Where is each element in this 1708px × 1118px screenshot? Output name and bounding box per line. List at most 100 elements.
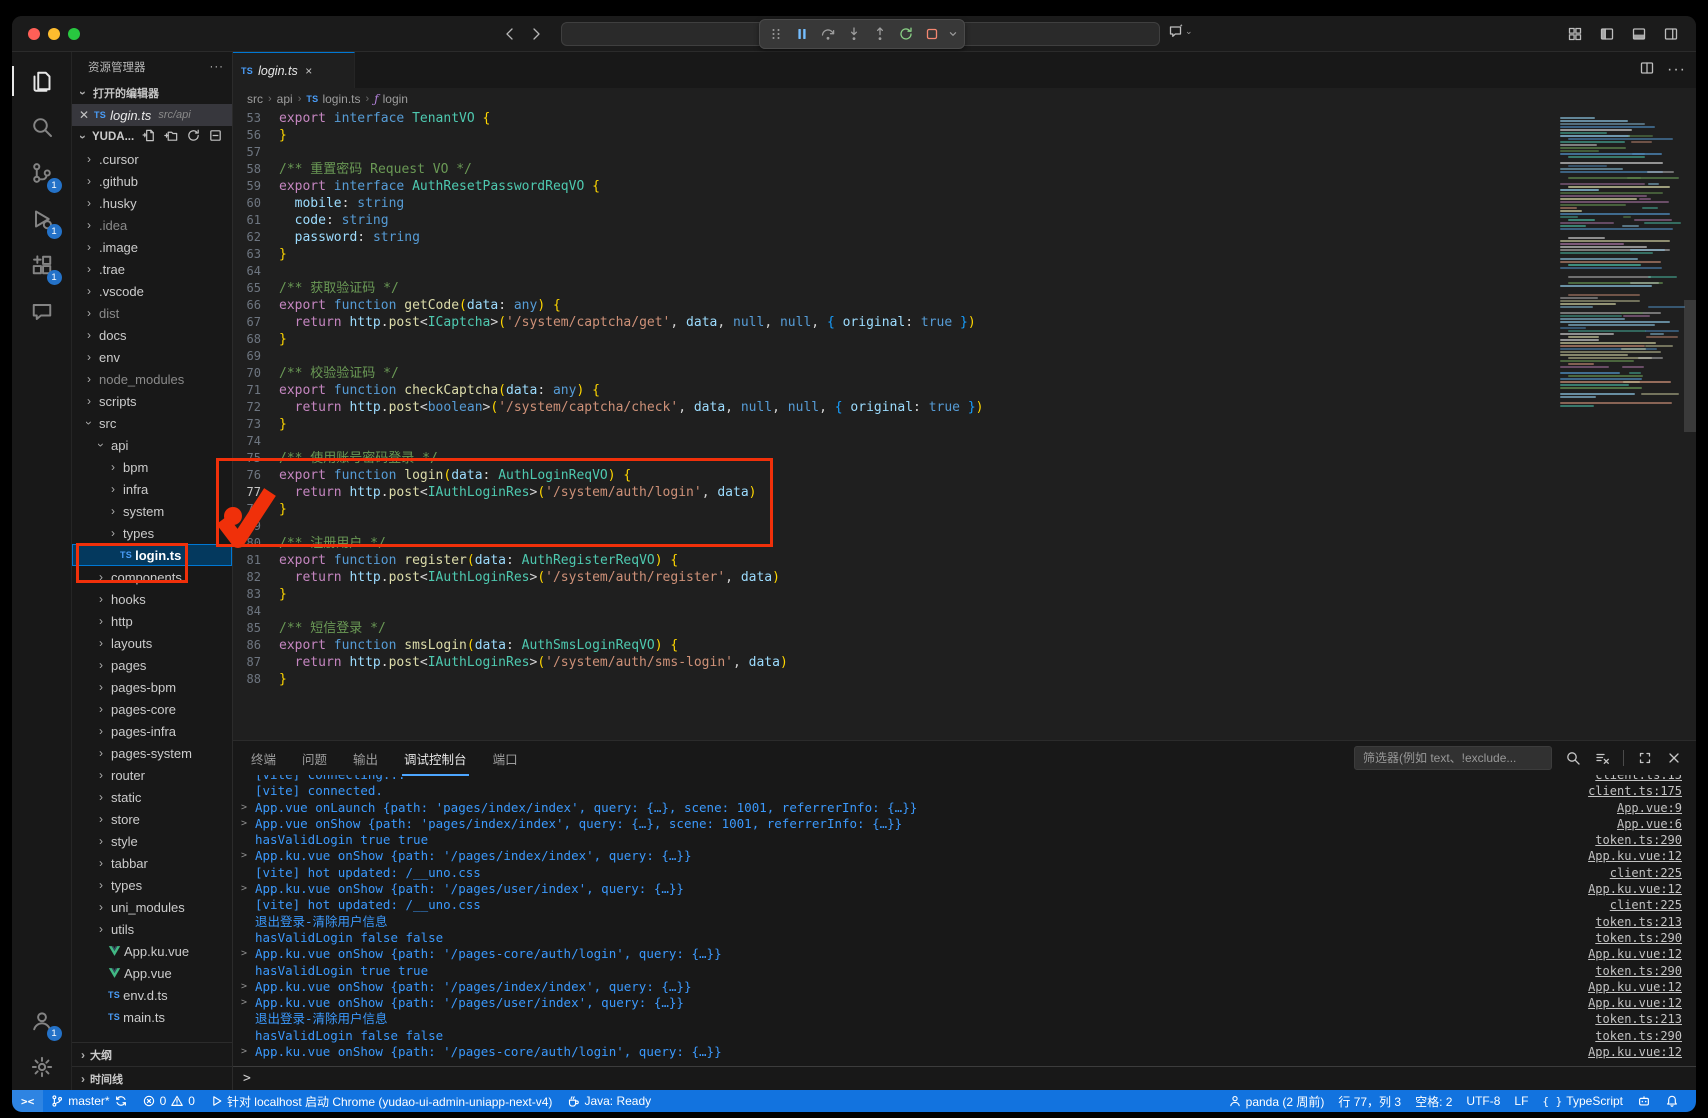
source-location-link[interactable]: App.vue:6 <box>1597 816 1682 832</box>
tree-item-pages-bpm[interactable]: ›pages-bpm <box>72 676 232 698</box>
console-row[interactable]: hasValidLogin true truetoken.ts:290 <box>241 963 1682 979</box>
tree-item-scripts[interactable]: ›scripts <box>72 390 232 412</box>
expand-chevron-icon[interactable]: > <box>241 800 255 816</box>
close-window-button[interactable] <box>28 28 40 40</box>
tree-item--github[interactable]: ›.github <box>72 170 232 192</box>
console-row[interactable]: hasValidLogin false falsetoken.ts:290 <box>241 1028 1682 1044</box>
console-row[interactable]: [vite] connecting...client.ts:15 <box>241 775 1682 783</box>
tree-item-login-ts[interactable]: TSlogin.ts <box>72 544 232 566</box>
status-cursor-position[interactable]: 行 77，列 3 <box>1331 1090 1408 1112</box>
gripper-icon[interactable] <box>764 22 788 46</box>
status-eol[interactable]: LF <box>1507 1090 1535 1112</box>
tree-item-pages-core[interactable]: ›pages-core <box>72 698 232 720</box>
tree-item-api[interactable]: ›api <box>72 434 232 456</box>
debug-console-filter-input[interactable] <box>1354 746 1552 770</box>
source-location-link[interactable]: token.ts:290 <box>1575 1028 1682 1044</box>
activity-explorer-icon[interactable] <box>20 58 64 104</box>
source-location-link[interactable]: App.ku.vue:12 <box>1568 1044 1682 1060</box>
activity-settings-icon[interactable] <box>20 1044 64 1090</box>
toggle-primary-sidebar-icon[interactable] <box>1596 23 1618 45</box>
tree-item-infra[interactable]: ›infra <box>72 478 232 500</box>
console-row[interactable]: >App.ku.vue onShow {path: '/pages/user/i… <box>241 995 1682 1011</box>
new-folder-icon[interactable] <box>164 128 179 146</box>
tree-item--trae[interactable]: ›.trae <box>72 258 232 280</box>
tree-item--cursor[interactable]: ›.cursor <box>72 148 232 170</box>
source-location-link[interactable]: App.ku.vue:12 <box>1568 979 1682 995</box>
tree-item-pages[interactable]: ›pages <box>72 654 232 676</box>
navigate-back-button[interactable] <box>499 23 521 45</box>
restart-icon[interactable] <box>894 22 918 46</box>
status-notifications[interactable] <box>1658 1090 1686 1112</box>
source-location-link[interactable]: token.ts:290 <box>1575 963 1682 979</box>
tree-item-uni-modules[interactable]: ›uni_modules <box>72 896 232 918</box>
source-location-link[interactable]: client.ts:15 <box>1575 775 1682 783</box>
search-icon[interactable] <box>1565 750 1581 766</box>
source-location-link[interactable]: client.ts:175 <box>1568 783 1682 799</box>
expand-chevron-icon[interactable]: > <box>241 848 255 864</box>
source-location-link[interactable]: App.vue:9 <box>1597 800 1682 816</box>
open-editors-section[interactable]: › 打开的编辑器 <box>72 82 232 104</box>
open-editor-item-login-ts[interactable]: ✕ TS login.ts src/api <box>72 104 232 126</box>
console-row[interactable]: >App.ku.vue onShow {path: '/pages-core/a… <box>241 946 1682 962</box>
close-tab-icon[interactable]: × <box>303 64 315 78</box>
tree-item--vscode[interactable]: ›.vscode <box>72 280 232 302</box>
tree-item-env[interactable]: ›env <box>72 346 232 368</box>
breadcrumb-item-login[interactable]: ƒlogin <box>374 92 408 106</box>
source-location-link[interactable]: App.ku.vue:12 <box>1568 881 1682 897</box>
outline-section[interactable]: › 大纲 <box>72 1042 232 1066</box>
breadcrumb-item-login-ts[interactable]: TSlogin.ts <box>306 92 360 106</box>
tree-item-utils[interactable]: ›utils <box>72 918 232 940</box>
status-java-status[interactable]: Java: Ready <box>559 1090 658 1112</box>
activity-run-and-debug-icon[interactable]: 1 <box>20 196 64 242</box>
source-location-link[interactable]: App.ku.vue:12 <box>1568 995 1682 1011</box>
close-editor-icon[interactable]: ✕ <box>78 108 90 122</box>
step-over-icon[interactable] <box>816 22 840 46</box>
expand-chevron-icon[interactable]: > <box>241 946 255 962</box>
activity-chat-icon[interactable] <box>20 288 64 334</box>
code-editor[interactable]: 53export interface TenantVO {56}5758/** … <box>233 110 1696 740</box>
tree-item-static[interactable]: ›static <box>72 786 232 808</box>
minimap[interactable] <box>1560 110 1684 740</box>
tree-item-docs[interactable]: ›docs <box>72 324 232 346</box>
tree-item-app-vue[interactable]: App.vue <box>72 962 232 984</box>
expand-chevron-icon[interactable]: > <box>241 1044 255 1060</box>
tree-item-dist[interactable]: ›dist <box>72 302 232 324</box>
step-out-icon[interactable] <box>868 22 892 46</box>
project-root-header[interactable]: › YUDA... <box>72 126 232 148</box>
more-actions-icon[interactable]: ··· <box>1667 61 1686 79</box>
tree-item-hooks[interactable]: ›hooks <box>72 588 232 610</box>
console-row[interactable]: hasValidLogin false falsetoken.ts:290 <box>241 930 1682 946</box>
console-row[interactable]: >App.ku.vue onShow {path: '/pages-core/a… <box>241 1044 1682 1060</box>
console-row[interactable]: 退出登录-清除用户信息token.ts:213 <box>241 914 1682 930</box>
expand-chevron-icon[interactable]: > <box>241 995 255 1011</box>
navigate-forward-button[interactable] <box>525 23 547 45</box>
status-problems[interactable]: 00 <box>135 1090 202 1112</box>
breadcrumb-item-src[interactable]: src <box>247 92 263 106</box>
status-blame[interactable]: panda (2 周前) <box>1221 1090 1332 1112</box>
toggle-secondary-sidebar-icon[interactable] <box>1660 23 1682 45</box>
console-row[interactable]: >App.ku.vue onShow {path: '/pages/index/… <box>241 848 1682 864</box>
activity-extensions-icon[interactable]: 1 <box>20 242 64 288</box>
panel-tab-问题[interactable]: 问题 <box>302 749 327 768</box>
activity-source-control-icon[interactable]: 1 <box>20 150 64 196</box>
tree-item--husky[interactable]: ›.husky <box>72 192 232 214</box>
tree-item-pages-infra[interactable]: ›pages-infra <box>72 720 232 742</box>
source-location-link[interactable]: App.ku.vue:12 <box>1568 946 1682 962</box>
chevron-down-icon[interactable] <box>946 22 960 46</box>
panel-tab-终端[interactable]: 终端 <box>251 749 276 768</box>
tree-item-main-ts[interactable]: TSmain.ts <box>72 1006 232 1028</box>
status-remote-indicator[interactable]: >< <box>12 1090 43 1112</box>
customize-layout-icon[interactable] <box>1564 23 1586 45</box>
console-row[interactable]: [vite] connected.client.ts:175 <box>241 783 1682 799</box>
tree-item-src[interactable]: ›src <box>72 412 232 434</box>
source-location-link[interactable]: token.ts:290 <box>1575 832 1682 848</box>
new-file-icon[interactable] <box>142 128 157 146</box>
console-row[interactable]: >App.vue onShow {path: 'pages/index/inde… <box>241 816 1682 832</box>
refresh-icon[interactable] <box>186 128 201 146</box>
source-location-link[interactable]: App.ku.vue:12 <box>1568 848 1682 864</box>
breadcrumb-item-api[interactable]: api <box>277 92 293 106</box>
console-row[interactable]: >App.ku.vue onShow {path: '/pages/user/i… <box>241 881 1682 897</box>
sidebar-more-actions-icon[interactable]: ··· <box>210 61 225 73</box>
tree-item-node-modules[interactable]: ›node_modules <box>72 368 232 390</box>
source-location-link[interactable]: client:225 <box>1590 865 1682 881</box>
